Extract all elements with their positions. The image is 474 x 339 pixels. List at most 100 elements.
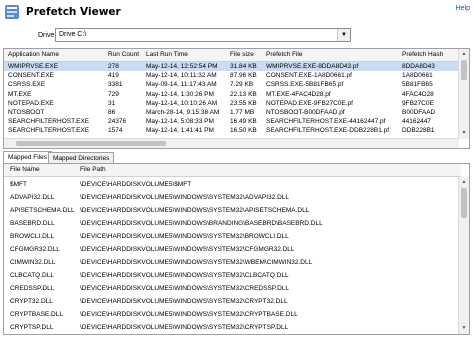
cell-last-run: May-12-14, 1:30:26 PM: [146, 90, 214, 98]
cell-file-name: CLBCATQ.DLL: [10, 272, 54, 279]
cell-run-count: 31: [108, 99, 116, 107]
cell-file-name: APISETSCHEMA.DLL: [10, 207, 75, 214]
files-vertical-scrollbar[interactable]: ▲ ▼: [458, 177, 469, 334]
table-row[interactable]: APISETSCHEMA.DLL \DEVICE\HARDDISKVOLUME5…: [4, 206, 461, 215]
prefetch-table-header: Application Name Run Count Last Run Time…: [4, 49, 461, 62]
cell-prefetch-file: CONSENT.EXE-1A8D0661.pf: [266, 72, 352, 80]
table-row[interactable]: CRYPTSP.DLL \DEVICE\HARDDISKVOLUME5\WIND…: [4, 323, 461, 332]
table-row[interactable]: CRYPT32.DLL \DEVICE\HARDDISKVOLUME5\WIND…: [4, 297, 461, 306]
table-row[interactable]: MT.EXE 729 May-12-14, 1:30:26 PM 22.13 K…: [4, 90, 461, 99]
cell-run-count: 3381: [108, 81, 123, 89]
table-row[interactable]: BROWCLI.DLL \DEVICE\HARDDISKVOLUME5\WIND…: [4, 232, 461, 241]
cell-app-name: WMIPRVSE.EXE: [8, 63, 59, 70]
cell-run-count: 24376: [108, 118, 127, 126]
scroll-up-icon[interactable]: ▲: [460, 50, 468, 58]
cell-file-path: \DEVICE\HARDDISKVOLUME5\WINDOWS\SYSTEM32…: [80, 272, 289, 279]
col-application-name[interactable]: Application Name: [8, 51, 59, 58]
tab-label: Mapped Directories: [53, 155, 110, 162]
cell-file-size: 16.49 KB: [230, 118, 257, 126]
cell-app-name: CSRSS.EXE: [8, 81, 46, 89]
scroll-thumb[interactable]: [16, 141, 166, 146]
cell-file-name: BROWCLI.DLL: [10, 233, 55, 240]
cell-file-size: 23.55 KB: [230, 99, 257, 107]
cell-file-size: 16.50 KB: [230, 127, 257, 135]
help-link[interactable]: Help: [456, 5, 470, 12]
cell-run-count: 278: [108, 63, 119, 70]
cell-last-run: May-12-14, 10:11:32 AM: [146, 72, 217, 80]
tab-mapped-files[interactable]: Mapped Files: [3, 151, 53, 163]
table-row[interactable]: SEARCHFILTERHOST.EXE 24376 May-12-14, 5:…: [4, 117, 461, 126]
prefetch-horizontal-scrollbar[interactable]: [4, 138, 459, 148]
cell-file-path: \DEVICE\HARDDISKVOLUME5\WINDOWS\SYSTEM32…: [80, 246, 295, 253]
table-row[interactable]: WMIPRVSE.EXE 278 May-12-14, 12:52:54 PM …: [4, 62, 461, 72]
cell-last-run: May-12-14, 12:52:54 PM: [146, 63, 218, 70]
table-row[interactable]: CREDSSP.DLL \DEVICE\HARDDISKVOLUME5\WIND…: [4, 284, 461, 293]
table-row[interactable]: BASEBRD.DLL \DEVICE\HARDDISKVOLUME5\WIND…: [4, 219, 461, 228]
cell-run-count: 86: [108, 109, 116, 116]
table-row[interactable]: SEARCHFILTERHOST.EXE 1574 May-12-14, 1:4…: [4, 126, 461, 135]
col-last-run-time[interactable]: Last Run Time: [146, 51, 188, 58]
cell-file-size: 87.96 KB: [230, 72, 257, 80]
table-row[interactable]: NOTEPAD.EXE 31 May-12-14, 10:10:26 AM 23…: [4, 99, 461, 108]
app-logo-icon: [5, 5, 19, 19]
drive-select[interactable]: Drive C:\ ▼: [55, 28, 351, 42]
col-file-name[interactable]: File Name: [10, 166, 40, 173]
cell-prefetch-hash: 5B81FB65: [402, 81, 433, 89]
mapped-files-table[interactable]: File Name File Path $MFT \DEVICE\HARDDIS…: [3, 163, 470, 335]
prefetch-table[interactable]: Application Name Run Count Last Run Time…: [3, 48, 470, 149]
cell-file-path: \DEVICE\HARDDISKVOLUME5\WINDOWS\SYSTEM32…: [80, 285, 290, 292]
scroll-thumb[interactable]: [461, 60, 467, 80]
drive-label: Drive: [38, 32, 55, 39]
table-row[interactable]: $MFT \DEVICE\HARDDISKVOLUME5\$MFT: [4, 180, 461, 189]
table-row[interactable]: CONSENT.EXE 419 May-12-14, 10:11:32 AM 8…: [4, 71, 461, 80]
cell-prefetch-file: NOTEPAD.EXE-9FB27C0E.pf: [266, 99, 353, 107]
cell-app-name: NOTEPAD.EXE: [8, 99, 54, 107]
table-row[interactable]: CRYPTBASE.DLL \DEVICE\HARDDISKVOLUME5\WI…: [4, 310, 461, 319]
table-row[interactable]: NTOSBOOT 86 March-28-14, 9:15:38 AM 1.77…: [4, 108, 461, 117]
cell-app-name: SEARCHFILTERHOST.EXE: [8, 118, 90, 126]
cell-file-name: CRYPT32.DLL: [10, 298, 53, 305]
cell-file-path: \DEVICE\HARDDISKVOLUME5\WINDOWS\SYSTEM32…: [80, 233, 289, 240]
cell-run-count: 419: [108, 72, 119, 80]
tab-mapped-directories[interactable]: Mapped Directories: [48, 152, 115, 163]
cell-file-path: \DEVICE\HARDDISKVOLUME5\WINDOWS\SYSTEM32…: [80, 311, 298, 318]
table-row[interactable]: CFGMGR32.DLL \DEVICE\HARDDISKVOLUME5\WIN…: [4, 245, 461, 254]
tab-label: Mapped Files: [8, 154, 48, 161]
cell-file-name: $MFT: [10, 181, 27, 188]
cell-app-name: CONSENT.EXE: [8, 72, 54, 80]
cell-file-name: BASEBRD.DLL: [10, 220, 55, 227]
cell-prefetch-hash: 4FAC4D28: [402, 90, 434, 98]
cell-prefetch-hash: 9FB27C0E: [402, 99, 434, 107]
prefetch-vertical-scrollbar[interactable]: ▲ ▼: [458, 49, 469, 139]
cell-run-count: 1574: [108, 127, 123, 135]
cell-prefetch-hash: 1A8D0661: [402, 72, 433, 80]
cell-run-count: 729: [108, 90, 119, 98]
cell-file-name: CRYPTBASE.DLL: [10, 311, 63, 318]
cell-file-path: \DEVICE\HARDDISKVOLUME5\WINDOWS\SYSTEM32…: [80, 298, 288, 305]
chevron-down-icon[interactable]: ▼: [337, 29, 350, 41]
table-row[interactable]: ADVAPI32.DLL \DEVICE\HARDDISKVOLUME5\WIN…: [4, 193, 461, 202]
cell-last-run: May-12-14, 1:41:41 PM: [146, 127, 214, 135]
cell-app-name: MT.EXE: [8, 90, 32, 98]
scroll-thumb[interactable]: [461, 188, 467, 218]
col-prefetch-hash[interactable]: Prefetch Hash: [402, 51, 443, 58]
cell-file-name: CIMWIN32.DLL: [10, 259, 56, 266]
scroll-down-icon[interactable]: ▼: [460, 324, 468, 332]
col-prefetch-file[interactable]: Prefetch File: [266, 51, 303, 58]
table-row[interactable]: CIMWIN32.DLL \DEVICE\HARDDISKVOLUME5\WIN…: [4, 258, 461, 267]
table-row[interactable]: CLBCATQ.DLL \DEVICE\HARDDISKVOLUME5\WIND…: [4, 271, 461, 280]
col-run-count[interactable]: Run Count: [108, 51, 139, 58]
cell-file-name: CFGMGR32.DLL: [10, 246, 60, 253]
cell-last-run: March-28-14, 9:15:38 AM: [146, 109, 220, 116]
scroll-up-icon[interactable]: ▲: [460, 178, 468, 186]
cell-prefetch-hash: 44162447: [402, 118, 431, 126]
col-file-path[interactable]: File Path: [80, 166, 106, 173]
cell-prefetch-file: SEARCHFILTERHOST.EXE-DDB228B1.pf: [266, 127, 390, 135]
cell-file-path: \DEVICE\HARDDISKVOLUME5\WINDOWS\SYSTEM32…: [80, 259, 313, 266]
scroll-down-icon[interactable]: ▼: [460, 129, 468, 137]
col-file-size[interactable]: File size: [230, 51, 254, 58]
table-row[interactable]: CSRSS.EXE 3381 May-09-14, 11:17:43 AM 7.…: [4, 80, 461, 89]
cell-last-run: May-09-14, 11:17:43 AM: [146, 81, 217, 89]
cell-file-size: 1.77 MB: [230, 109, 255, 116]
drive-select-value: Drive C:\: [59, 31, 87, 38]
